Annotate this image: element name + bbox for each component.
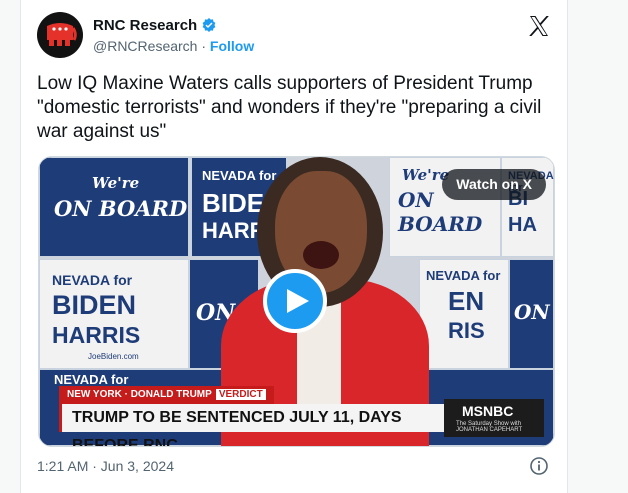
tweet-header: RNC Research @RNCResearch · Follow [37,12,551,60]
sign-biden-harris-left: NEVADA for BIDEN HARRIS JoeBiden.com [39,259,189,369]
gop-elephant-icon [47,23,77,46]
handle-separator: · [197,38,210,54]
watch-on-x-button[interactable]: Watch on X [442,169,546,200]
avatar[interactable] [37,12,83,58]
speaker-mouth [303,241,339,269]
play-button[interactable] [263,269,327,333]
play-icon [287,289,309,313]
author-names: RNC Research @RNCResearch · Follow [93,15,254,55]
sign-biden-harris-right: NEVADA for EN RIS [419,259,509,369]
follow-button[interactable]: Follow [210,38,254,54]
tweet-card: RNC Research @RNCResearch · Follow Low I… [20,0,568,493]
tweet-text: Low IQ Maxine Waters calls supporters of… [37,73,542,142]
x-logo-icon[interactable] [527,14,551,38]
sign-on-far-right: ON [509,259,554,369]
sign-on-board-left: We're ON BOARD [39,157,189,257]
network-name: MSNBC [462,403,514,419]
network-show: The Saturday Show with JONATHAN CAPEHART [456,421,523,433]
verified-badge-icon [202,18,216,32]
chyron-tag: VERDICT [215,389,266,400]
info-icon[interactable] [529,456,549,476]
tweet-footer: 1:21 AM · Jun 3, 2024 [37,456,551,476]
author-handle[interactable]: @RNCResearch [93,38,197,54]
chyron-location: NEW YORK · DONALD TRUMP VERDICT [59,386,274,404]
video-player[interactable]: We're ON BOARD NEVADA for BIDEN HARRIS N… [38,156,555,447]
chyron-headline: TRUMP TO BE SENTENCED JULY 11, DAYS BEFO… [59,404,444,446]
network-logo: MSNBC The Saturday Show with JONATHAN CA… [444,399,544,437]
tweet-timestamp[interactable]: 1:21 AM · Jun 3, 2024 [37,458,174,474]
display-name[interactable]: RNC Research [93,17,197,34]
